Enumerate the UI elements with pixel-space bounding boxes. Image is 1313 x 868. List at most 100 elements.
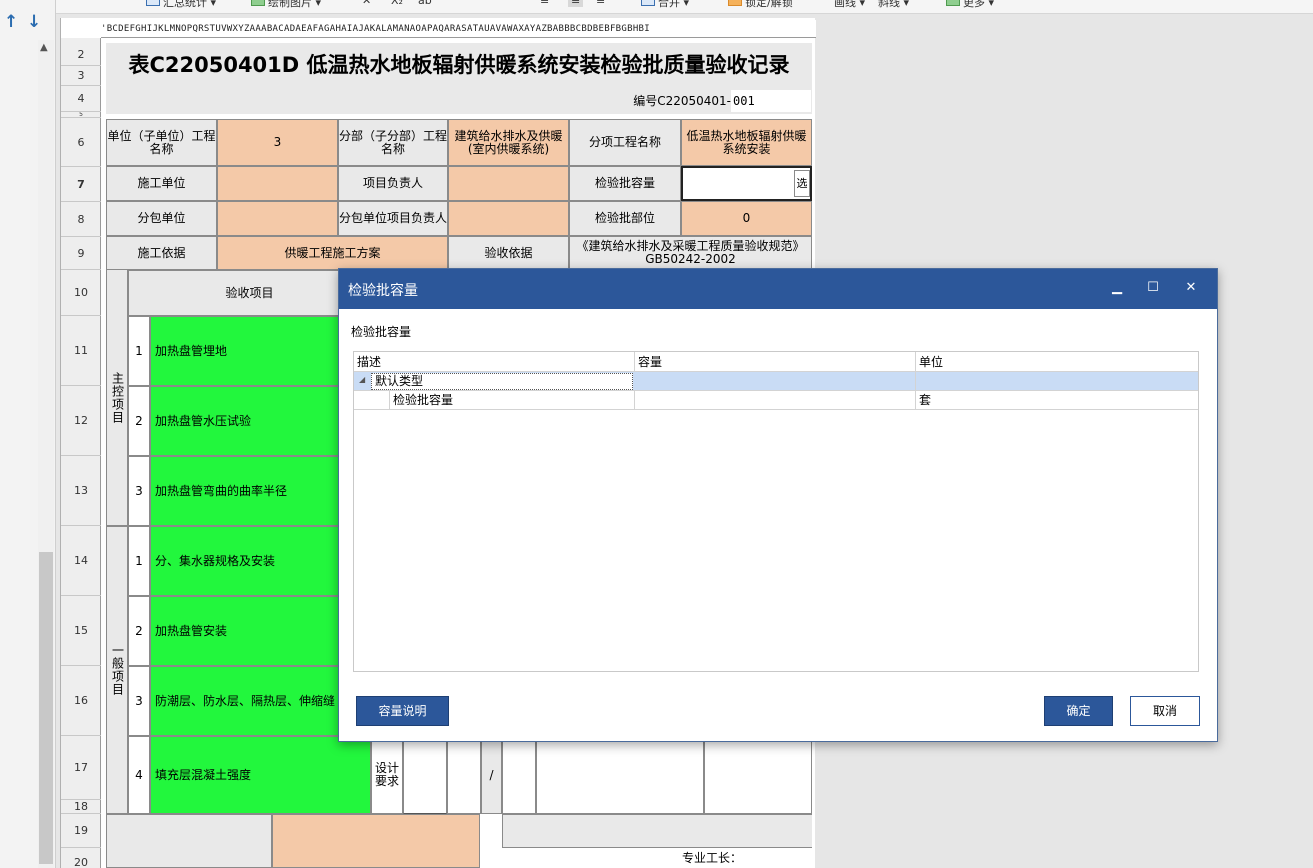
toolbar-draw-image[interactable]: 绘制图片 ▾	[251, 0, 321, 10]
row-number[interactable]: 8	[61, 202, 101, 237]
minimize-icon[interactable]: ▁	[1105, 278, 1129, 298]
desc-cell[interactable]: 检验批容量	[390, 391, 635, 410]
toolbar-summary[interactable]: 汇总统计 ▾	[146, 0, 216, 10]
row-number[interactable]: 13	[61, 456, 101, 526]
row-number[interactable]: 16	[61, 666, 101, 736]
toolbar-lock[interactable]: 锁定/解锁	[728, 0, 793, 10]
unit-name-value[interactable]: 3	[217, 119, 338, 166]
row-number[interactable]: 6	[61, 118, 101, 167]
grid-icon	[946, 0, 960, 6]
chart-icon	[146, 0, 160, 6]
row-number[interactable]: 17	[61, 736, 101, 800]
label-sub-pm: 分包单位项目负责人	[338, 201, 448, 236]
row-number[interactable]: 2	[61, 43, 101, 66]
subcontractor-value[interactable]	[217, 201, 338, 236]
capacity-info-button[interactable]: 容量说明	[356, 696, 449, 726]
merge-icon	[641, 0, 655, 6]
label-contractor: 施工单位	[106, 166, 217, 201]
item-no: 3	[128, 666, 150, 736]
item-no: 3	[128, 456, 150, 526]
row-number[interactable]: 9	[61, 237, 101, 270]
label-subitem-name: 分项工程名称	[569, 119, 681, 166]
row-number[interactable]: 3	[61, 66, 101, 86]
row-number[interactable]: 18	[61, 800, 101, 814]
column-header-desc[interactable]: 描述	[354, 352, 635, 372]
group-capacity-cell[interactable]	[635, 372, 916, 391]
actual-sample[interactable]	[502, 736, 536, 814]
group-label: 检验批容量	[351, 325, 412, 339]
batch-capacity-input[interactable]	[681, 166, 812, 201]
column-header-unit[interactable]: 单位	[916, 352, 1198, 372]
image-icon	[251, 0, 265, 6]
row-number[interactable]: 7	[61, 167, 101, 202]
label-unit-name: 单位（子单位）工程名称	[106, 119, 217, 166]
serial-label: 编号C22050401-	[621, 90, 731, 112]
subscript-icon[interactable]: X₂	[391, 0, 403, 7]
construction-basis-value[interactable]: 供暖工程施工方案	[217, 236, 448, 270]
up-arrow-icon[interactable]: ↑	[4, 12, 18, 32]
unit-cell[interactable]: 套	[916, 391, 1198, 410]
row-number[interactable]: 4	[61, 86, 101, 112]
capacity-grid[interactable]: 描述 容量 单位 ◢ 默认类型 检验批容量 套	[353, 351, 1199, 672]
row-header: 2 3 4 5 6 7 8 9 10 11 12 13 14 15 16 17 …	[61, 38, 101, 868]
left-scrollbar[interactable]: ▲	[38, 40, 54, 868]
row-number[interactable]: 11	[61, 316, 101, 386]
group-unit-cell[interactable]	[916, 372, 1198, 391]
align-left-icon[interactable]: ≡	[540, 0, 549, 7]
design-req-value[interactable]	[403, 736, 447, 814]
row-number[interactable]: 20	[61, 848, 101, 868]
footer-value[interactable]	[272, 814, 480, 868]
page-title: 表C22050401D 低温热水地板辐射供暖系统安装检验批质量验收记录	[106, 43, 812, 88]
dialog-titlebar[interactable]: 检验批容量 ▁ ☐ ✕	[339, 269, 1217, 309]
label-pm: 项目负责人	[338, 166, 448, 201]
check-record[interactable]	[536, 736, 704, 814]
general-group-label: 一般项目	[106, 526, 128, 814]
contractor-value[interactable]	[217, 166, 338, 201]
group-desc-cell[interactable]: 默认类型	[371, 373, 633, 390]
align-right-icon[interactable]: ≡	[596, 0, 605, 7]
toolbar-diagonal[interactable]: 斜线 ▾	[878, 0, 909, 10]
row-number[interactable]: 15	[61, 596, 101, 666]
maximize-icon[interactable]: ☐	[1141, 278, 1165, 298]
check-item[interactable]: 填充层混凝土强度	[150, 736, 371, 814]
scroll-thumb[interactable]	[39, 552, 53, 864]
down-arrow-icon[interactable]: ↓	[27, 12, 41, 32]
pm-value[interactable]	[448, 166, 569, 201]
batch-part-value[interactable]: 0	[681, 201, 812, 236]
toolbar-merge[interactable]: 合并 ▾	[641, 0, 689, 10]
footer-gray	[502, 814, 812, 848]
strikethrough-icon[interactable]: ab	[418, 0, 432, 7]
row-number[interactable]: 12	[61, 386, 101, 456]
column-header-capacity[interactable]: 容量	[635, 352, 916, 372]
footer-label	[106, 814, 272, 868]
toolbar-more[interactable]: 更多 ▾	[946, 0, 994, 10]
select-button[interactable]: 选	[794, 170, 810, 197]
row-number[interactable]: 19	[61, 814, 101, 848]
row-number[interactable]: 10	[61, 270, 101, 316]
item-no: 2	[128, 386, 150, 456]
scroll-up-icon[interactable]: ▲	[40, 42, 48, 53]
min-sample[interactable]	[447, 736, 481, 814]
dialog-title: 检验批容量	[348, 283, 418, 299]
close-icon[interactable]: ✕	[1179, 278, 1203, 298]
align-center-icon[interactable]: ≡	[568, 0, 584, 7]
division-name-value[interactable]: 建筑给水排水及供暖(室内供暖系统)	[448, 119, 569, 166]
check-result[interactable]	[704, 736, 812, 814]
slash-cell: /	[481, 736, 502, 814]
capacity-cell[interactable]	[635, 391, 916, 410]
row-number[interactable]: 14	[61, 526, 101, 596]
toolbar-draw-line[interactable]: 画线 ▾	[834, 0, 865, 10]
cancel-button[interactable]: 取消	[1130, 696, 1200, 726]
column-header: 'BCDEFGHIJKLMNOPQRSTUVWXYZAAABACADAEAFAG…	[101, 20, 816, 38]
sub-pm-value[interactable]	[448, 201, 569, 236]
serial-value[interactable]: 001	[731, 90, 811, 112]
design-req-label: 设计要求	[371, 736, 403, 814]
clear-format-icon[interactable]: ✕	[362, 0, 371, 7]
main-group-label: 主控项目	[106, 270, 128, 526]
item-no: 2	[128, 596, 150, 666]
collapse-icon[interactable]: ◢	[359, 375, 365, 384]
ok-button[interactable]: 确定	[1044, 696, 1113, 726]
acceptance-basis-value: 《建筑给水排水及采暖工程质量验收规范》GB50242-2002	[569, 236, 812, 270]
capacity-dialog: 检验批容量 ▁ ☐ ✕ 检验批容量 描述 容量 单位 ◢ 默认类型 检验批容量 …	[338, 268, 1218, 742]
subitem-name-value[interactable]: 低温热水地板辐射供暖系统安装	[681, 119, 812, 166]
